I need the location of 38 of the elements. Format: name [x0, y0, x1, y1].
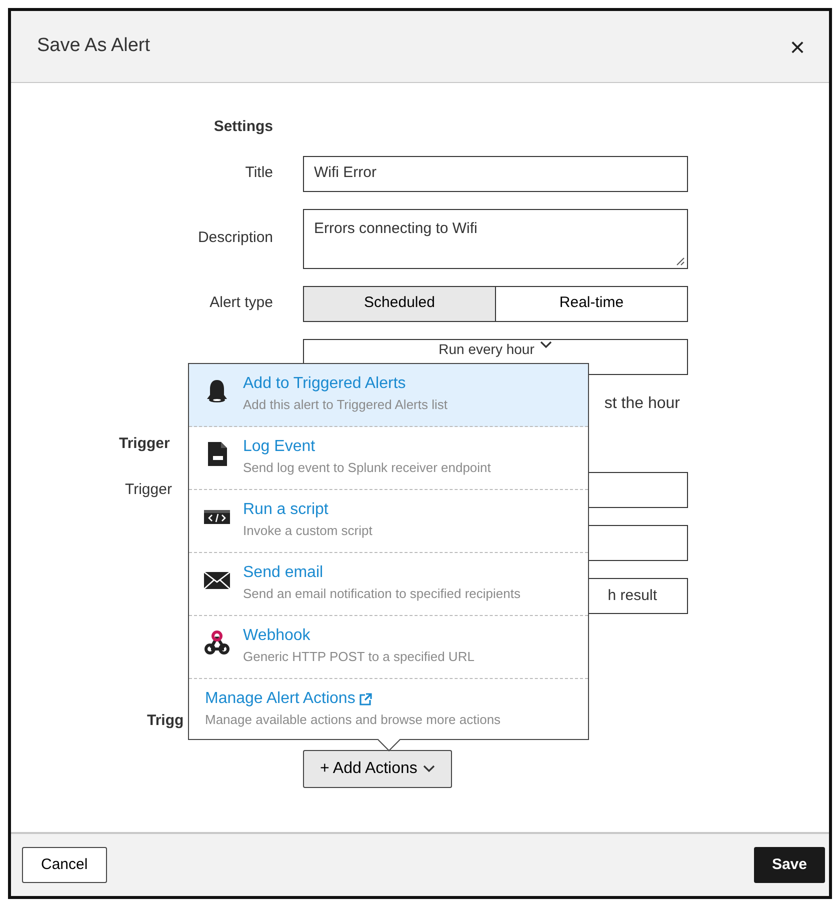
section-heading: Trigg: [146, 711, 184, 731]
chevron-icon: [423, 764, 436, 772]
description-field[interactable]: Errors connecting to Wifi: [303, 208, 688, 268]
input-field[interactable]: Wifi Error: [303, 156, 688, 192]
action-title: Add to Triggered Alerts: [243, 374, 407, 394]
action-description: Send an email notification to specified recipients: [243, 584, 520, 603]
menu-item[interactable]: Send email Send an email notification to specified recipients: [189, 553, 588, 616]
field-label: Trigger: [124, 480, 172, 500]
action-description: Invoke a custom script: [243, 522, 372, 540]
save-button[interactable]: Save: [754, 847, 825, 883]
manage-description: Manage available actions and browse more actions: [205, 710, 502, 729]
add-actions-button[interactable]: + Add Actions: [303, 750, 452, 788]
help-text: st the hour: [604, 394, 680, 414]
segment-button[interactable]: Real-time: [496, 286, 688, 322]
action-title: Webhook: [243, 626, 312, 646]
dialog-title: Save As Alert: [37, 34, 150, 58]
field-label: Title: [245, 163, 273, 184]
section-heading: Settings: [214, 117, 273, 137]
cancel-button[interactable]: Cancel: [22, 847, 107, 883]
external-link-icon: [359, 692, 372, 706]
close-button[interactable]: ×: [786, 34, 809, 60]
action-title: Log Event: [243, 437, 316, 457]
action-title: Send email: [243, 563, 324, 583]
menu-item[interactable]: Log Event Send log event to Splunk receiver endpoint: [189, 427, 588, 490]
webhook-icon: [203, 629, 231, 657]
segment-button[interactable]: Scheduled: [303, 286, 496, 322]
action-title: Run a script: [243, 500, 330, 520]
menu-item[interactable]: Webhook Generic HTTP POST to a specified URL: [189, 616, 588, 679]
action-description: Add this alert to Triggered Alerts list: [243, 396, 448, 414]
action-description: Generic HTTP POST to a specified URL: [243, 648, 474, 666]
section-heading: Trigger: [118, 434, 170, 454]
field-label: Description: [198, 228, 273, 248]
chevron-icon: [540, 340, 552, 348]
action-description: Send log event to Splunk receiver endpoint: [243, 458, 491, 477]
manage-link[interactable]: Manage Alert Actions: [205, 689, 356, 710]
menu-item[interactable]: Run a script Invoke a custom script: [189, 490, 588, 553]
field-label: Alert type: [210, 293, 273, 314]
resize-handle-icon[interactable]: [676, 256, 685, 266]
